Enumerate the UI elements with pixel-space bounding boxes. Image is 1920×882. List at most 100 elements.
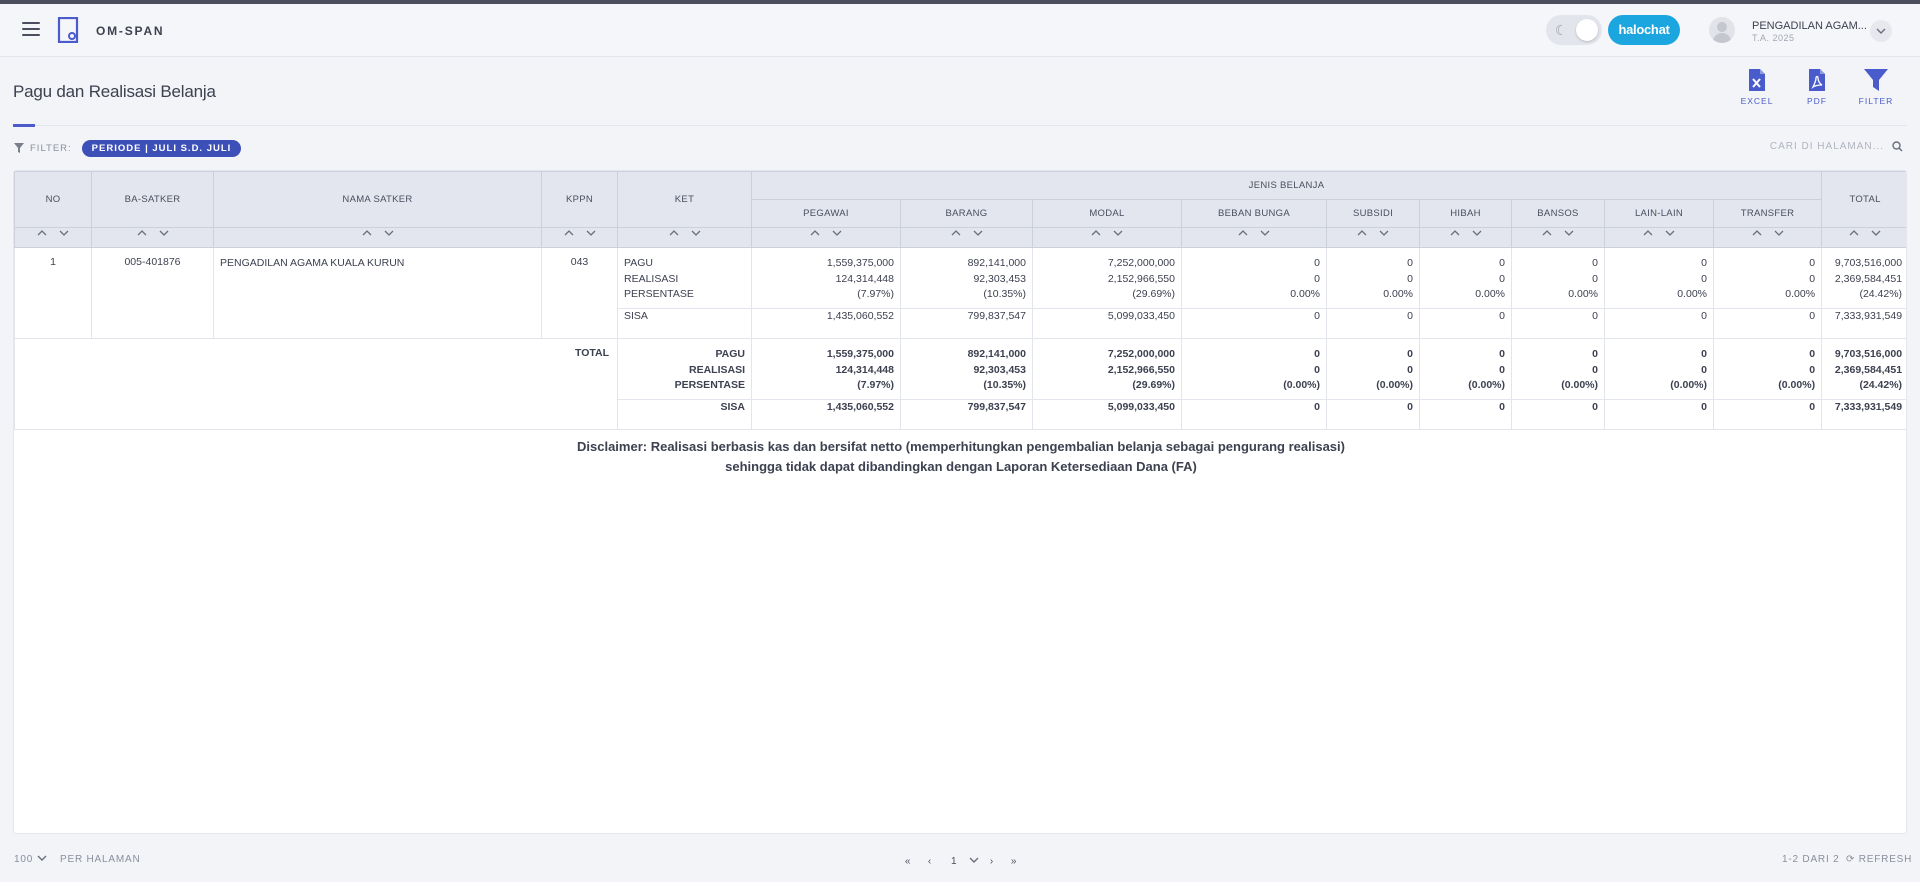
value-pagu: 7,252,000,000 bbox=[1107, 348, 1175, 360]
sort-asc-icon[interactable] bbox=[804, 228, 826, 240]
col-header-lain-lain: LAIN-LAIN bbox=[1604, 199, 1714, 228]
value-persentase: (0.00%) bbox=[1376, 379, 1413, 391]
sort-desc-icon[interactable] bbox=[1373, 228, 1395, 240]
sort-desc-icon[interactable] bbox=[1107, 228, 1129, 240]
sort-asc-icon[interactable] bbox=[1746, 228, 1768, 240]
cell-values: 0 0 0.00% bbox=[1712, 247, 1823, 309]
sort-desc-icon[interactable] bbox=[1865, 228, 1887, 240]
cell-values: 892,141,000 92,303,453 (10.35%) bbox=[900, 338, 1033, 400]
total-ket: PAGU REALISASI PERSENTASE bbox=[617, 338, 752, 400]
value-realisasi: 0 bbox=[1809, 363, 1816, 376]
sort-desc-icon[interactable] bbox=[53, 228, 75, 240]
sort-desc-icon[interactable] bbox=[378, 228, 400, 240]
funnel-icon bbox=[14, 143, 24, 153]
title-divider bbox=[35, 125, 1907, 126]
sort-desc-icon[interactable] bbox=[1466, 228, 1488, 240]
ket-realisasi: REALISASI bbox=[624, 272, 679, 285]
sort-asc-icon[interactable] bbox=[1085, 228, 1107, 240]
excel-button[interactable]: EXCEL bbox=[1735, 68, 1779, 106]
cell-values: 892,141,000 92,303,453 (10.35%) bbox=[900, 247, 1033, 309]
app-header: OM-SPAN ☾ halochat PENGADILAN AGAM... T.… bbox=[0, 4, 1920, 57]
avatar[interactable] bbox=[1709, 17, 1735, 43]
sort-cell bbox=[617, 227, 752, 248]
value-pagu: 0 bbox=[1809, 348, 1816, 360]
sort-asc-icon[interactable] bbox=[1232, 228, 1254, 240]
col-header-bansos: BANSOS bbox=[1511, 199, 1605, 228]
value-pagu: 0 bbox=[1407, 257, 1413, 269]
sort-desc-icon[interactable] bbox=[1659, 228, 1681, 240]
user-dropdown-button[interactable] bbox=[1870, 20, 1892, 42]
toggle-knob bbox=[1576, 19, 1598, 41]
sort-cell bbox=[213, 227, 542, 248]
search-input[interactable]: CARI DI HALAMAN... bbox=[1700, 138, 1904, 156]
cell-sisa: 0 bbox=[1712, 308, 1823, 339]
excel-file-icon bbox=[1749, 69, 1765, 91]
filter-label: FILTER bbox=[1858, 96, 1894, 106]
sort-cell bbox=[91, 227, 214, 248]
cell-values: 9,703,516,000 2,369,584,451 (24.42%) bbox=[1821, 247, 1906, 309]
sort-cell bbox=[14, 227, 92, 248]
sort-cell bbox=[1419, 227, 1512, 248]
sort-asc-icon[interactable] bbox=[945, 228, 967, 240]
menu-icon[interactable] bbox=[22, 22, 40, 36]
col-header-transfer: TRANSFER bbox=[1712, 199, 1823, 228]
pdf-button[interactable]: PDF bbox=[1795, 68, 1839, 106]
cell-values: 0 0 0.00% bbox=[1419, 247, 1512, 309]
theme-toggle[interactable]: ☾ bbox=[1546, 15, 1602, 45]
search-icon[interactable] bbox=[1892, 141, 1903, 152]
disclaimer: Disclaimer: Realisasi berbasis kas dan b… bbox=[14, 437, 1906, 477]
last-page-icon[interactable]: » bbox=[1003, 856, 1025, 867]
col-header-hibah: HIBAH bbox=[1419, 199, 1512, 228]
sort-asc-icon[interactable] bbox=[663, 228, 685, 240]
refresh-button[interactable]: ⟳ REFRESH bbox=[1846, 854, 1912, 865]
current-page: 1 bbox=[951, 855, 958, 867]
cell-sisa: 7,333,931,549 bbox=[1821, 308, 1906, 339]
value-persentase: (24.42%) bbox=[1859, 379, 1903, 391]
sort-cell bbox=[541, 227, 618, 248]
value-persentase: (0.00%) bbox=[1778, 379, 1816, 391]
sort-desc-icon[interactable] bbox=[580, 228, 602, 240]
sort-desc-icon[interactable] bbox=[1558, 228, 1580, 240]
next-page-icon[interactable]: › bbox=[981, 856, 1003, 867]
cell-kppn: 043 bbox=[541, 247, 618, 339]
value-persentase: 0.00% bbox=[1475, 288, 1505, 300]
pdf-label: PDF bbox=[1807, 96, 1827, 106]
sort-desc-icon[interactable] bbox=[1254, 228, 1276, 240]
sort-asc-icon[interactable] bbox=[1351, 228, 1373, 240]
sort-asc-icon[interactable] bbox=[558, 228, 580, 240]
filter-chip-periode[interactable]: PERIODE | JULI S.D. JULI bbox=[81, 139, 242, 157]
sort-desc-icon[interactable] bbox=[826, 228, 848, 240]
page-count: 1-2 DARI 2 bbox=[1782, 854, 1840, 865]
sort-asc-icon[interactable] bbox=[1843, 228, 1865, 240]
col-header-subsidi: SUBSIDI bbox=[1326, 199, 1420, 228]
sort-desc-icon[interactable] bbox=[153, 228, 175, 240]
table-footer: 100 PER HALAMAN « ‹ 1 › » 1-2 DARI 2 ⟳ R… bbox=[0, 852, 1920, 870]
cell-values: 7,252,000,000 2,152,966,550 (29.69%) bbox=[1032, 247, 1182, 309]
per-page-label: PER HALAMAN bbox=[60, 854, 141, 865]
filter-button[interactable]: FILTER bbox=[1854, 68, 1898, 106]
halochat-button[interactable]: halochat bbox=[1608, 15, 1680, 45]
per-page-select[interactable]: 100 bbox=[14, 854, 47, 865]
sort-asc-icon[interactable] bbox=[1637, 228, 1659, 240]
sort-desc-icon[interactable] bbox=[967, 228, 989, 240]
sort-desc-icon[interactable] bbox=[685, 228, 707, 240]
total-ket-pagu: PAGU bbox=[715, 348, 745, 360]
sort-asc-icon[interactable] bbox=[356, 228, 378, 240]
cell-sisa: 0 bbox=[1326, 399, 1420, 430]
first-page-icon[interactable]: « bbox=[897, 856, 919, 867]
cell-values: 0 0 0.00% bbox=[1181, 247, 1327, 309]
pagination: « ‹ 1 › » bbox=[897, 852, 1025, 870]
sort-asc-icon[interactable] bbox=[131, 228, 153, 240]
cell-sisa: 1,435,060,552 bbox=[751, 399, 901, 430]
cell-values: 0 0 (0.00%) bbox=[1511, 338, 1605, 400]
page-select[interactable]: 1 bbox=[941, 856, 981, 867]
cell-sisa: 799,837,547 bbox=[900, 399, 1033, 430]
value-persentase: (10.35%) bbox=[983, 379, 1026, 391]
prev-page-icon[interactable]: ‹ bbox=[919, 856, 941, 867]
value-realisasi: 0 bbox=[1314, 363, 1320, 376]
sort-asc-icon[interactable] bbox=[31, 228, 53, 240]
sort-desc-icon[interactable] bbox=[1768, 228, 1790, 240]
sort-asc-icon[interactable] bbox=[1536, 228, 1558, 240]
sort-asc-icon[interactable] bbox=[1444, 228, 1466, 240]
cell-sisa: 0 bbox=[1712, 399, 1823, 430]
